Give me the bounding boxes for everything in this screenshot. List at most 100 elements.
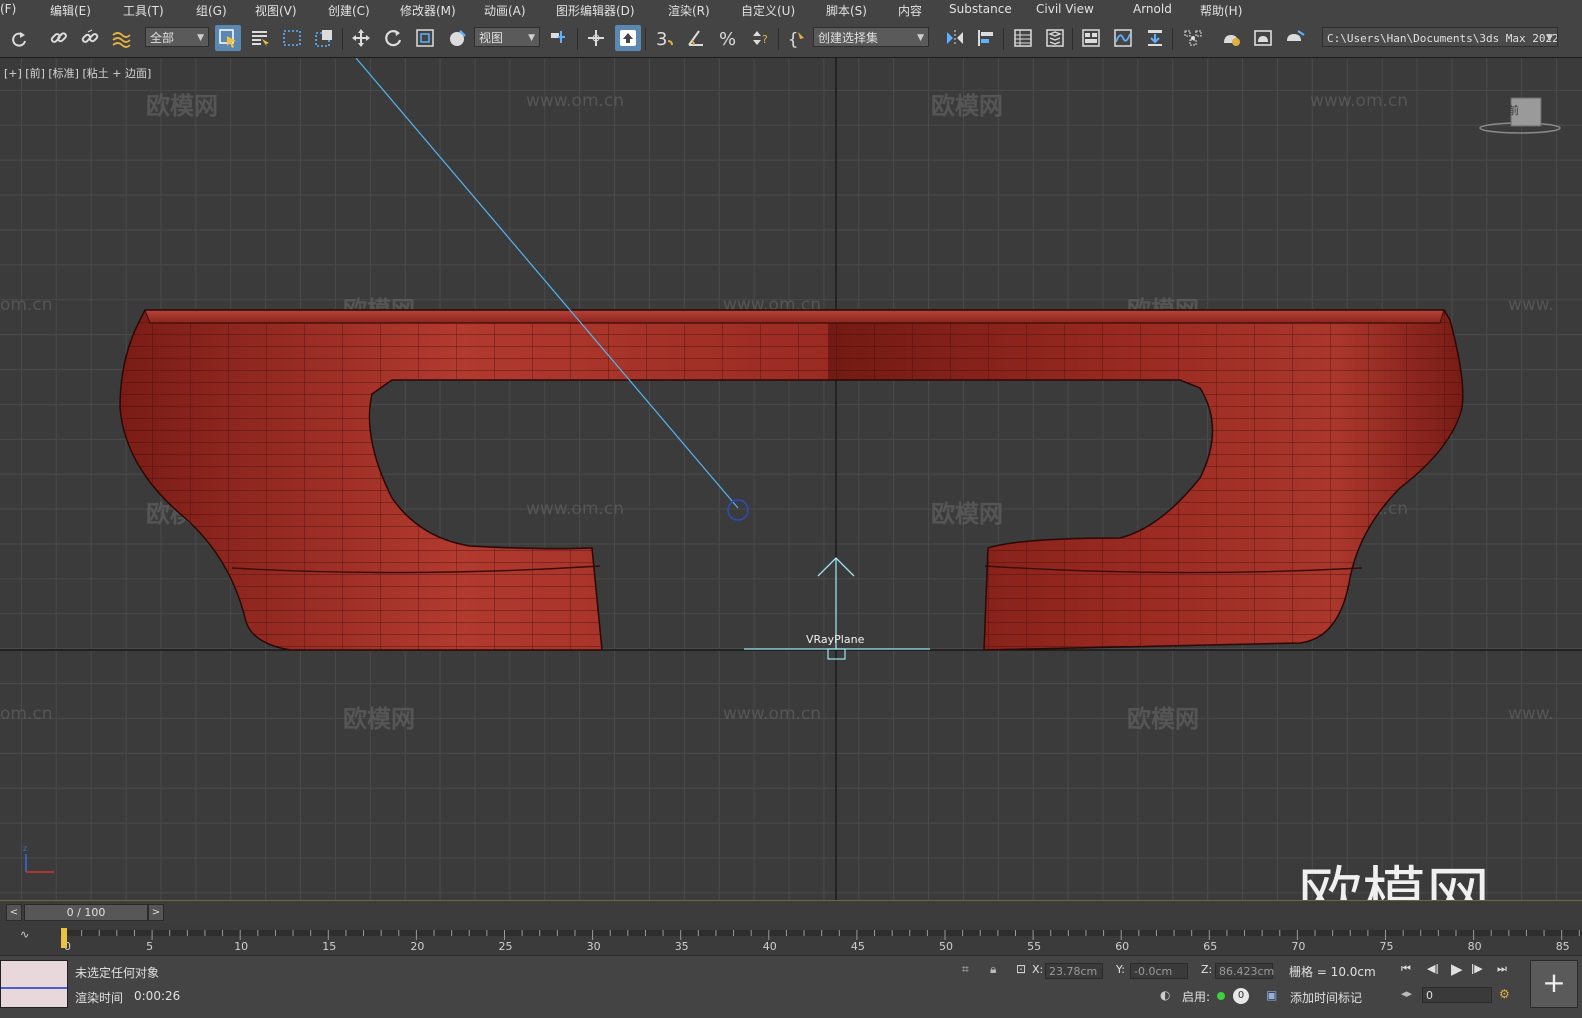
viewport-scene: z [0, 58, 1582, 900]
add-icon[interactable]: + [1530, 960, 1578, 1008]
menu-graph-editors[interactable]: 图形编辑器(D) [556, 2, 635, 19]
move-icon[interactable] [348, 25, 374, 51]
place-icon[interactable] [444, 25, 470, 51]
adaptive-degradation-icon[interactable]: ◐ [1160, 988, 1170, 1002]
timeline-tick-label: 30 [587, 940, 601, 953]
key-mode-icon[interactable]: ◂▸ [1401, 987, 1412, 1000]
link-icon[interactable] [46, 25, 72, 51]
menu-help[interactable]: 帮助(H) [1200, 2, 1242, 19]
menu-animation[interactable]: 动画(A) [484, 2, 526, 19]
goto-start-icon[interactable]: ⏮ [1401, 962, 1411, 976]
timeline-track[interactable]: ∿ 0 5 10 15 20 25 30 35 40 45 50 55 60 65 70 75 80 85 [0, 922, 1582, 955]
next-key-icon[interactable]: ǀ▶ [1471, 962, 1483, 975]
y-coord-field[interactable]: -0.0cm [1130, 963, 1188, 979]
x-label: X: [1032, 963, 1044, 976]
svg-text:3: 3 [656, 29, 667, 49]
menu-tools[interactable]: 工具(T) [123, 2, 164, 19]
ref-coord-dropdown[interactable]: 视图 ▼ [474, 27, 540, 47]
percent-snap-icon[interactable]: % [715, 25, 741, 51]
menu-view[interactable]: 视图(V) [255, 2, 297, 19]
pivot-center-icon[interactable] [545, 25, 571, 51]
toggle-ribbon-icon[interactable] [1078, 25, 1104, 51]
menu-rendering[interactable]: 渲染(R) [668, 2, 710, 19]
timeline-tick-label: 80 [1468, 940, 1482, 953]
menu-create[interactable]: 创建(C) [328, 2, 370, 19]
curve-editor-icon[interactable] [1110, 25, 1136, 51]
menu-bar: (F) 编辑(E) 工具(T) 组(G) 视图(V) 创建(C) 修改器(M) … [0, 0, 1582, 21]
material-editor-icon[interactable] [1180, 25, 1206, 51]
menu-customize[interactable]: 自定义(U) [741, 2, 795, 19]
spinner-snap-icon[interactable]: ? [747, 25, 773, 51]
render-setup-icon[interactable] [1218, 25, 1244, 51]
prev-frame-arrow[interactable]: < [6, 904, 22, 921]
edit-named-selections-icon[interactable]: { [784, 25, 810, 51]
viewcube-face-label[interactable]: 前 [1508, 102, 1519, 118]
time-tag-icon[interactable]: ▣ [1266, 988, 1277, 1002]
axis-tripod-icon: z [23, 844, 54, 873]
select-by-name-icon[interactable] [247, 25, 273, 51]
select-manipulate-icon[interactable] [583, 25, 609, 51]
timeline-tick-label: 65 [1203, 940, 1217, 953]
menu-modifiers[interactable]: 修改器(M) [400, 2, 456, 19]
layer-explorer-icon[interactable] [1042, 25, 1068, 51]
menu-content[interactable]: 内容 [898, 2, 922, 19]
mirror-icon[interactable] [942, 25, 968, 51]
timeline-tick-label: 60 [1115, 940, 1129, 953]
front-viewport[interactable]: [+] [前] [标准] [粘土 + 边面] 欧模网 www.om.cn 欧模网… [0, 58, 1582, 900]
menu-arnold[interactable]: Arnold [1133, 2, 1172, 16]
bind-space-warp-icon[interactable] [108, 25, 134, 51]
scale-icon[interactable] [412, 25, 438, 51]
timeline-tick-label: 45 [851, 940, 865, 953]
render-production-icon[interactable] [1282, 25, 1308, 51]
sofa-frame-model [119, 309, 1464, 651]
unlink-icon[interactable] [77, 25, 103, 51]
named-selection-dropdown[interactable]: 创建选择集 ▼ [813, 27, 929, 47]
light-target-line [355, 58, 739, 509]
timeline-tick-label: 75 [1380, 940, 1394, 953]
menu-civil-view[interactable]: Civil View [1036, 2, 1094, 16]
menu-edit[interactable]: 编辑(E) [50, 2, 91, 19]
rendered-frame-window-icon[interactable] [1250, 25, 1276, 51]
menu-substance[interactable]: Substance [949, 2, 1012, 16]
select-object-icon[interactable] [215, 25, 241, 51]
time-slider[interactable]: < 0 / 100 > [0, 900, 1582, 923]
time-config-icon[interactable]: ⚙ [1499, 987, 1510, 1001]
snaps-toggle-icon[interactable]: 3 [651, 25, 677, 51]
vray-plane-label: VRayPlane [806, 633, 865, 646]
timeline-tick-label: 70 [1291, 940, 1305, 953]
isolate-selection-icon[interactable]: ⌗ [962, 962, 969, 977]
absolute-mode-icon[interactable]: ⊡ [1016, 962, 1026, 976]
next-frame-arrow[interactable]: > [148, 904, 164, 921]
status-dot [1217, 992, 1225, 1000]
timeline-tick-label: 50 [939, 940, 953, 953]
menu-group[interactable]: 组(G) [196, 2, 227, 19]
keyboard-shortcut-override-icon[interactable] [615, 25, 641, 51]
prev-key-icon[interactable]: ◀ǀ [1427, 962, 1439, 975]
frame-counter[interactable]: 0 / 100 [24, 904, 148, 921]
project-path-dropdown[interactable]: C:\Users\Han\Documents\3ds Max 2022 ▼ [1322, 27, 1558, 47]
selection-filter-value: 全部 [150, 31, 175, 45]
scene-explorer-icon[interactable] [1010, 25, 1036, 51]
goto-end-icon[interactable]: ⏭ [1497, 962, 1507, 976]
window-crossing-icon[interactable] [311, 25, 337, 51]
timeline-tick-label: 40 [763, 940, 777, 953]
lock-icon[interactable]: 🔒︎ [990, 962, 996, 977]
enabled-count[interactable]: 0 [1233, 988, 1249, 1004]
z-coord-field[interactable]: 86.423cm [1215, 963, 1274, 979]
menu-file[interactable]: (F) [0, 2, 16, 16]
timeline-ticks: 0 5 10 15 20 25 30 35 40 45 50 55 60 65 70 75 80 85 [61, 928, 1580, 953]
menu-scripting[interactable]: 脚本(S) [826, 2, 867, 19]
rect-selection-region-icon[interactable] [279, 25, 305, 51]
angle-snap-icon[interactable] [683, 25, 709, 51]
play-icon[interactable]: ▶ [1451, 960, 1463, 978]
current-frame-field[interactable]: 0 [1422, 987, 1492, 1003]
rotate-icon[interactable] [380, 25, 406, 51]
x-coord-field[interactable]: 23.78cm [1045, 963, 1103, 979]
selection-status: 未选定任何对象 [75, 966, 160, 980]
selection-filter-dropdown[interactable]: 全部 ▼ [145, 27, 209, 47]
maxscript-listener-mini[interactable] [0, 960, 68, 1008]
schematic-view-icon[interactable] [1142, 25, 1168, 51]
redo-icon[interactable] [6, 25, 32, 51]
add-time-tag[interactable]: 添加时间标记 [1290, 989, 1362, 1006]
align-icon[interactable] [973, 25, 999, 51]
